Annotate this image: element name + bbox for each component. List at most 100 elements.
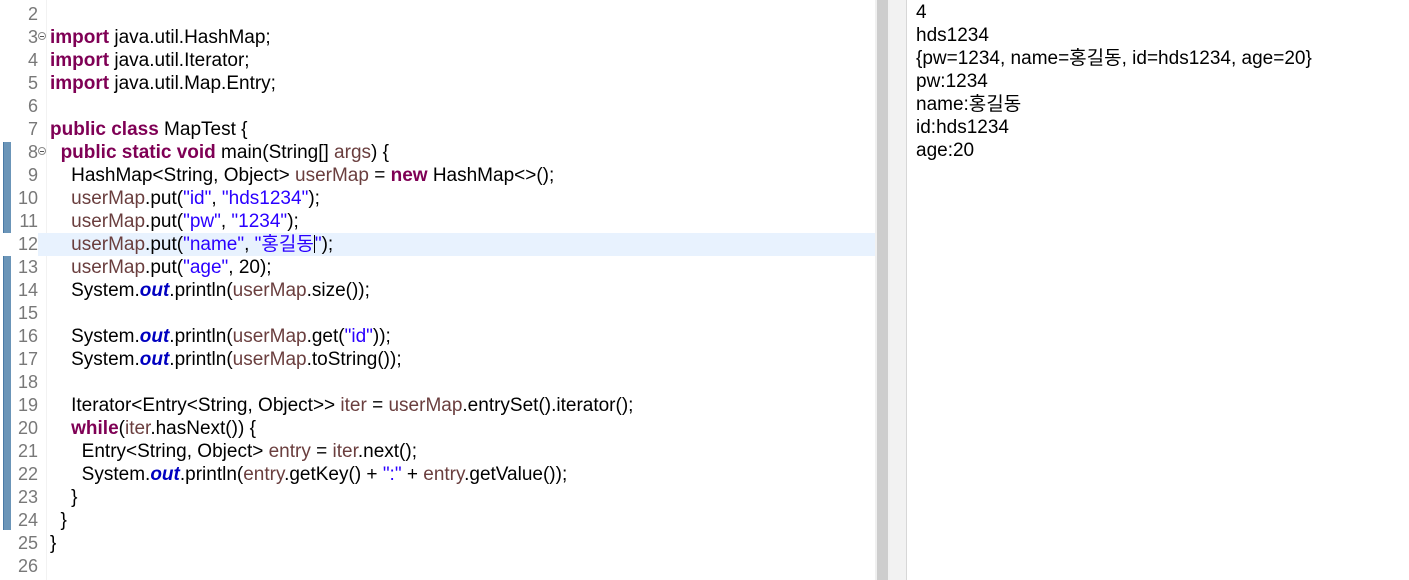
code-line[interactable]: 2 [0,3,875,26]
code-token-str: "홍길동 [254,234,314,255]
code-line[interactable]: 6 [0,95,875,118]
code-token-str: "hds1234" [221,188,309,209]
fold-collapse-icon[interactable] [38,147,46,155]
line-number: 15 [17,303,38,323]
code-line-current[interactable]: 12 userMap.put("name", "홍길동"); [0,233,875,256]
code-token-var: userMap [388,395,463,416]
line-number: 26 [17,556,38,576]
code-line[interactable]: 21 Entry<String, Object> entry = iter.ne… [0,440,875,463]
code-line[interactable]: 19 Iterator<Entry<String, Object>> iter … [0,394,875,417]
line-number: 7 [27,119,38,139]
code-token-plain: .getKey() + [284,464,383,485]
line-number: 22 [17,464,38,484]
line-number: 18 [17,372,38,392]
code-line[interactable]: 3 import java.util.HashMap; [0,26,875,49]
code-line[interactable]: 5 import java.util.Map.Entry; [0,72,875,95]
code-line[interactable]: 9 HashMap<String, Object> userMap = new … [0,164,875,187]
code-token-var: userMap [71,211,146,232]
code-token-var: entry [423,464,465,485]
code-text: userMap.put("pw", "1234"); [50,210,299,233]
code-token-plain: = [368,165,391,186]
code-token-plain: .println( [169,326,233,347]
code-text: Iterator<Entry<String, Object>> iter = u… [50,394,633,417]
fold-collapse-icon[interactable] [38,32,46,40]
code-token-plain: ); [308,188,320,209]
console-line: name:홍길동 [916,94,1022,115]
code-text: public static void main(String[] args) { [50,141,389,164]
code-token-kw: public [50,119,106,140]
code-token-str: "1234" [231,211,288,232]
code-token-plain: .entrySet().iterator(); [462,395,634,416]
code-token-plain: .hasNext()) { [150,418,256,439]
code-token-plain: , 20); [228,257,272,278]
code-line[interactable]: 15 [0,302,875,325]
code-token-plain: , [211,188,222,209]
editor-scroll-thumb[interactable] [877,0,888,580]
code-token-plain: MapTest { [158,119,248,140]
code-token-plain: ) { [371,142,389,163]
code-token-plain: .put( [145,234,184,255]
code-text: import java.util.Iterator; [50,49,250,72]
code-line[interactable]: 8 public static void main(String[] args)… [0,141,875,164]
code-token-var: userMap [71,257,146,278]
line-number: 9 [27,165,38,185]
code-line[interactable]: 11 userMap.put("pw", "1234"); [0,210,875,233]
code-line[interactable]: 4 import java.util.Iterator; [0,49,875,72]
code-token-plain: System. [50,349,140,370]
code-token-var: iter [332,441,358,462]
code-line[interactable]: 23 } [0,486,875,509]
code-token-var: entry [243,464,285,485]
code-token-plain: java.util.HashMap; [109,27,271,48]
code-token-var: userMap [71,234,146,255]
editor-vertical-scrollbar[interactable] [875,0,890,580]
line-number: 5 [27,73,38,93]
code-token-plain: , [220,211,232,232]
code-line[interactable]: 13 userMap.put("age", 20); [0,256,875,279]
line-number: 13 [17,257,38,277]
code-token-var: userMap [232,349,307,370]
console-line: id:hds1234 [916,117,1009,138]
code-line[interactable]: 18 [0,371,875,394]
code-token-kw: while [71,418,119,439]
code-token-var: userMap [295,165,369,186]
code-text: userMap.put("name", "홍길동"); [50,233,333,256]
code-token-str: "id" [344,326,373,347]
code-editor[interactable]: 2 3 import java.util.HashMap; 4 import java.… [0,0,875,580]
code-token-str: "name" [183,234,245,255]
code-line[interactable]: 25} [0,532,875,555]
code-line[interactable]: 14 System.out.println(userMap.size()); [0,279,875,302]
code-line[interactable]: 24 } [0,509,875,532]
pane-splitter[interactable] [890,0,906,580]
code-text: userMap.put("age", 20); [50,256,272,279]
code-line[interactable]: 22 System.out.println(entry.getKey() + "… [0,463,875,486]
line-number: 20 [17,418,38,438]
code-token-plain: System. [50,464,151,485]
code-token-kw: static [121,142,172,163]
code-line[interactable]: 17 System.out.println(userMap.toString()… [0,348,875,371]
code-line[interactable]: 7 public class MapTest { [0,118,875,141]
code-token-plain: .put( [145,188,184,209]
code-token-kw: import [50,50,110,71]
code-line[interactable]: 26 [0,555,875,578]
code-token-plain: .getValue()); [464,464,568,485]
code-line[interactable]: 10 userMap.put("id", "hds1234"); [0,187,875,210]
line-number: 16 [17,326,38,346]
code-text: userMap.put("id", "hds1234"); [50,187,320,210]
console-line: age:20 [916,140,975,161]
code-token-plain: java.util.Iterator; [109,50,250,71]
line-number: 14 [17,280,38,300]
code-token-str: " [314,234,322,255]
code-line[interactable]: 20 while(iter.hasNext()) { [0,417,875,440]
code-token-plain: .put( [145,211,184,232]
code-token-var: iter [340,395,367,416]
code-line[interactable]: 16 System.out.println(userMap.get("id"))… [0,325,875,348]
console-output[interactable]: 4 hds1234 {pw=1234, name=홍길동, id=hds1234, … [907,0,1409,580]
code-token-plain: System. [50,280,140,301]
code-token-str: "pw" [183,211,221,232]
code-token-str: "age" [183,257,229,278]
line-number: 10 [17,188,38,208]
code-token-var: args [334,142,372,163]
